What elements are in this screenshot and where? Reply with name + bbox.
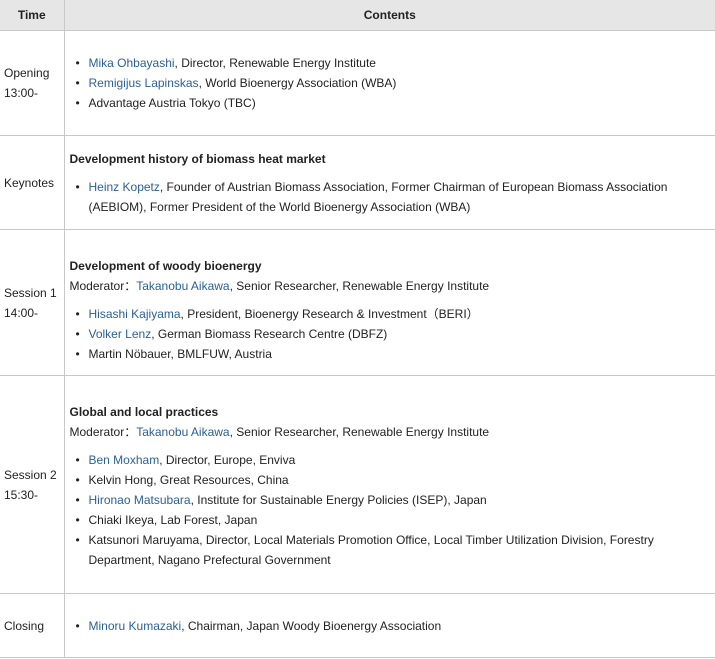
speaker-link[interactable]: Volker Lenz xyxy=(89,327,152,341)
time-cell-session-2: Session 2 15:30- xyxy=(0,375,65,594)
time-label: Session 2 xyxy=(4,467,57,482)
moderator-affiliation: , Senior Researcher, Renewable Energy In… xyxy=(229,425,490,439)
time-value: 15:30- xyxy=(4,487,39,502)
speaker-link[interactable]: Ben Moxham xyxy=(89,453,160,467)
speaker-link[interactable]: Hironao Matsubara xyxy=(89,493,191,507)
speaker-affiliation: , Founder of Austrian Biomass Associatio… xyxy=(88,180,668,214)
time-value: 13:00- xyxy=(4,86,39,100)
speaker-link[interactable]: Remigijus Lapinskas xyxy=(89,76,199,90)
row-keynotes: Keynotes Development history of biomass … xyxy=(0,135,715,230)
time-label: Opening xyxy=(4,66,50,80)
speaker-list: Minoru Kumazaki, Chairman, Japan Woody B… xyxy=(70,616,710,636)
time-label: Session 1 xyxy=(4,285,57,300)
agenda-table: Time Contents Opening 13:00- Mika Ohbaya… xyxy=(0,0,715,658)
time-cell-opening: Opening 13:00- xyxy=(0,30,65,136)
list-item: Heinz Kopetz, Founder of Austrian Biomas… xyxy=(76,177,710,217)
moderator-link[interactable]: Takanobu Aikawa xyxy=(136,279,229,293)
speaker-link[interactable]: Hisashi Kajiyama xyxy=(89,307,181,321)
time-header: Time xyxy=(0,0,65,31)
speaker-affiliation: , Director, Europe, Enviva xyxy=(159,453,296,467)
row-opening: Opening 13:00- Mika Ohbayashi, Director,… xyxy=(0,30,715,136)
contents-cell-keynotes: Development history of biomass heat mark… xyxy=(63,135,715,230)
time-label: Closing xyxy=(4,618,45,633)
section-title: Global and local practices xyxy=(69,405,219,419)
speaker-link[interactable]: Mika Ohbayashi xyxy=(89,56,175,70)
list-item: Minoru Kumazaki, Chairman, Japan Woody B… xyxy=(76,616,710,636)
moderator-affiliation: , Senior Researcher, Renewable Energy In… xyxy=(229,279,490,293)
speaker-affiliation: , World Bioenergy Association (WBA) xyxy=(198,76,397,90)
speaker-affiliation: , President, Bioenergy Research & Invest… xyxy=(180,307,479,321)
speaker-affiliation: , Chairman, Japan Woody Bioenergy Associ… xyxy=(181,618,442,633)
time-cell-session-1: Session 1 14:00- xyxy=(0,229,65,376)
list-item: Hisashi Kajiyama, President, Bioenergy R… xyxy=(76,304,710,324)
row-session-2: Session 2 15:30- Global and local practi… xyxy=(0,375,715,594)
list-item: Advantage Austria Tokyo (TBC) xyxy=(76,93,710,113)
speaker-list: Heinz Kopetz, Founder of Austrian Biomas… xyxy=(70,177,710,217)
moderator-line: Moderator：Takanobu Aikawa, Senior Resear… xyxy=(70,276,710,296)
speaker-list: Mika Ohbayashi, Director, Renewable Ener… xyxy=(70,53,710,113)
row-closing: Closing Minoru Kumazaki, Chairman, Japan… xyxy=(0,593,715,658)
speaker-list: Ben Moxham, Director, Europe, Enviva Kel… xyxy=(70,450,710,570)
speaker-link[interactable]: Heinz Kopetz xyxy=(89,180,160,194)
contents-cell-session-1: Development of woody bioenergy Moderator… xyxy=(63,229,715,376)
list-item: Kelvin Hong, Great Resources, China xyxy=(76,470,710,490)
section-title: Development history of biomass heat mark… xyxy=(69,152,326,166)
row-session-1: Session 1 14:00- Development of woody bi… xyxy=(0,229,715,376)
moderator-label: Moderator： xyxy=(69,425,137,439)
list-item: Volker Lenz, German Biomass Research Cen… xyxy=(76,324,710,344)
moderator-line: Moderator：Takanobu Aikawa, Senior Resear… xyxy=(70,422,710,442)
header-row: Time Contents xyxy=(0,0,715,31)
time-value: 14:00- xyxy=(4,305,39,320)
list-item: Chiaki Ikeya, Lab Forest, Japan xyxy=(76,510,710,530)
speaker-affiliation: , German Biomass Research Centre (DBFZ) xyxy=(151,327,388,341)
speaker-affiliation: , Institute for Sustainable Energy Polic… xyxy=(190,493,487,507)
speaker-affiliation: , Director, Renewable Energy Institute xyxy=(174,56,376,70)
list-item: Hironao Matsubara, Institute for Sustain… xyxy=(76,490,710,510)
contents-cell-closing: Minoru Kumazaki, Chairman, Japan Woody B… xyxy=(63,593,715,658)
list-item: Martin Nöbauer, BMLFUW, Austria xyxy=(76,344,710,364)
list-item: Ben Moxham, Director, Europe, Enviva xyxy=(76,450,710,470)
contents-cell-session-2: Global and local practices Moderator：Tak… xyxy=(63,375,715,594)
speaker-list: Hisashi Kajiyama, President, Bioenergy R… xyxy=(70,304,710,364)
time-cell-closing: Closing xyxy=(0,593,65,658)
time-label: Keynotes xyxy=(4,175,55,190)
contents-header: Contents xyxy=(63,0,715,31)
list-item: Remigijus Lapinskas, World Bioenergy Ass… xyxy=(76,73,710,93)
moderator-label: Moderator： xyxy=(69,279,137,293)
speaker-link[interactable]: Minoru Kumazaki xyxy=(89,619,182,633)
moderator-link[interactable]: Takanobu Aikawa xyxy=(136,425,229,439)
list-item: Mika Ohbayashi, Director, Renewable Ener… xyxy=(76,53,710,73)
list-item: Katsunori Maruyama, Director, Local Mate… xyxy=(76,530,710,570)
time-cell-keynotes: Keynotes xyxy=(0,135,65,230)
section-title: Development of woody bioenergy xyxy=(69,259,262,273)
contents-cell-opening: Mika Ohbayashi, Director, Renewable Ener… xyxy=(63,30,715,136)
